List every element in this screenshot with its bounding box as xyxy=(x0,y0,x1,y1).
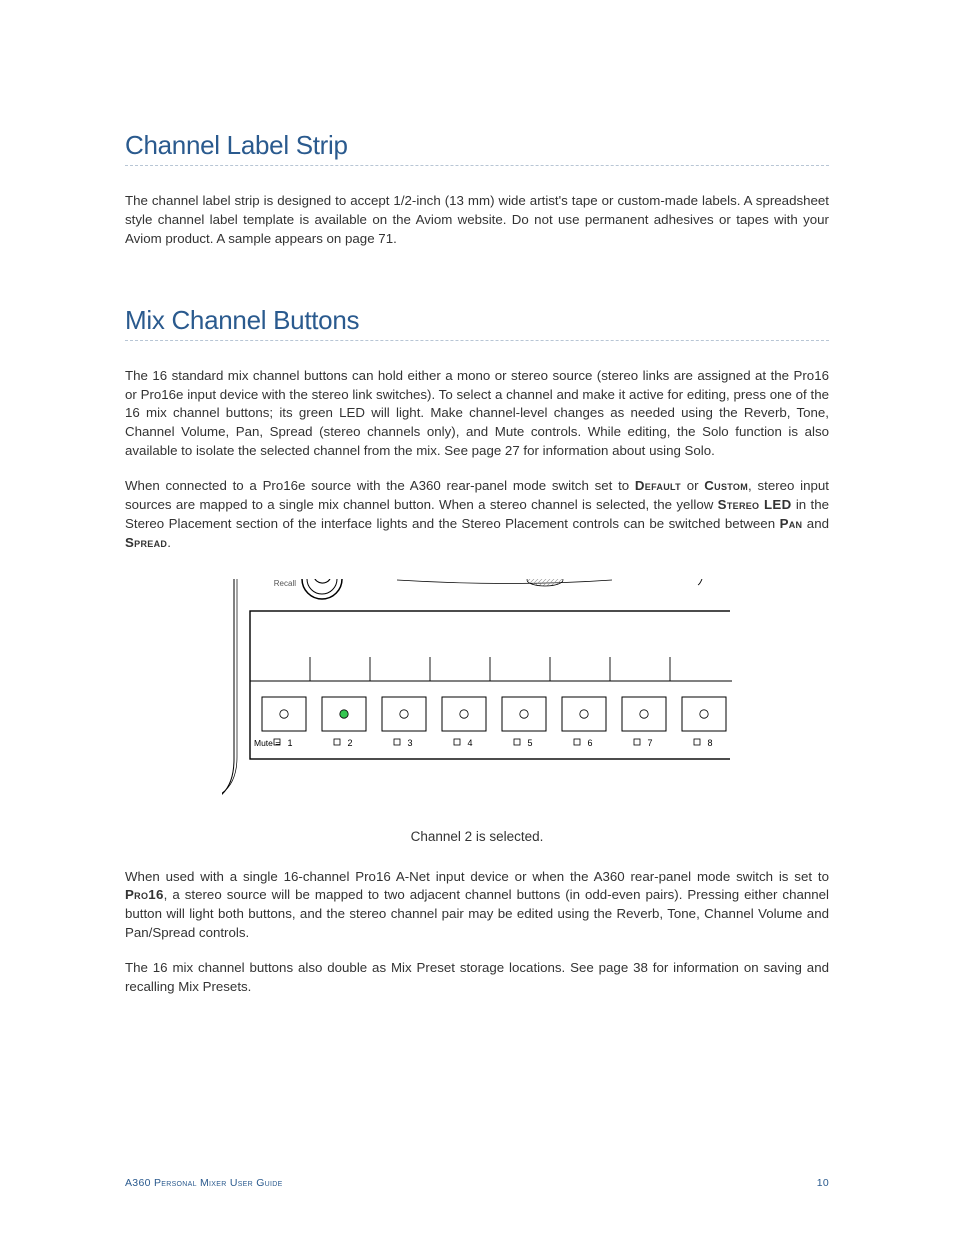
paragraph: The 16 mix channel buttons also double a… xyxy=(125,959,829,997)
paragraph: When connected to a Pro16e source with t… xyxy=(125,477,829,553)
channel-led-6 xyxy=(580,709,588,717)
smallcaps-pro16: Pro16 xyxy=(125,887,164,902)
figure-channel-buttons: Recall 1 2 3 4 5 6 7 8 Mute = xyxy=(222,579,732,809)
channel-led-1 xyxy=(280,709,288,717)
channel-led-2 xyxy=(340,709,348,717)
page-number: 10 xyxy=(817,1177,829,1189)
paragraph: When used with a single 16-channel Pro16… xyxy=(125,868,829,944)
channel-led-4 xyxy=(460,709,468,717)
channel-label-2: 2 xyxy=(347,738,352,748)
heading-mix-channel-buttons: Mix Channel Buttons xyxy=(125,305,829,341)
heading-channel-label-strip: Channel Label Strip xyxy=(125,130,829,166)
smallcaps-stereo-led: Stereo LED xyxy=(718,497,792,512)
svg-text:Mute =: Mute = xyxy=(254,738,280,748)
channel-led-7 xyxy=(640,709,648,717)
channel-led-3 xyxy=(400,709,408,717)
paragraph: The 16 standard mix channel buttons can … xyxy=(125,367,829,461)
channel-label-5: 5 xyxy=(527,738,532,748)
channel-label-1: 1 xyxy=(287,738,292,748)
channel-label-4: 4 xyxy=(467,738,472,748)
svg-text:Recall: Recall xyxy=(274,579,296,588)
channel-label-7: 7 xyxy=(647,738,652,748)
smallcaps-pan: Pan xyxy=(780,516,803,531)
smallcaps-spread: Spread xyxy=(125,535,167,550)
footer-title: A360 Personal Mixer User Guide xyxy=(125,1177,283,1189)
paragraph: The channel label strip is designed to a… xyxy=(125,192,829,249)
figure-caption: Channel 2 is selected. xyxy=(125,829,829,844)
channel-label-3: 3 xyxy=(407,738,412,748)
smallcaps-default: Default xyxy=(635,478,681,493)
channel-label-6: 6 xyxy=(587,738,592,748)
page-footer: A360 Personal Mixer User Guide 10 xyxy=(125,1177,829,1189)
channel-led-5 xyxy=(520,709,528,717)
smallcaps-custom: Custom xyxy=(704,478,748,493)
channel-led-8 xyxy=(700,709,708,717)
channel-label-8: 8 xyxy=(707,738,712,748)
